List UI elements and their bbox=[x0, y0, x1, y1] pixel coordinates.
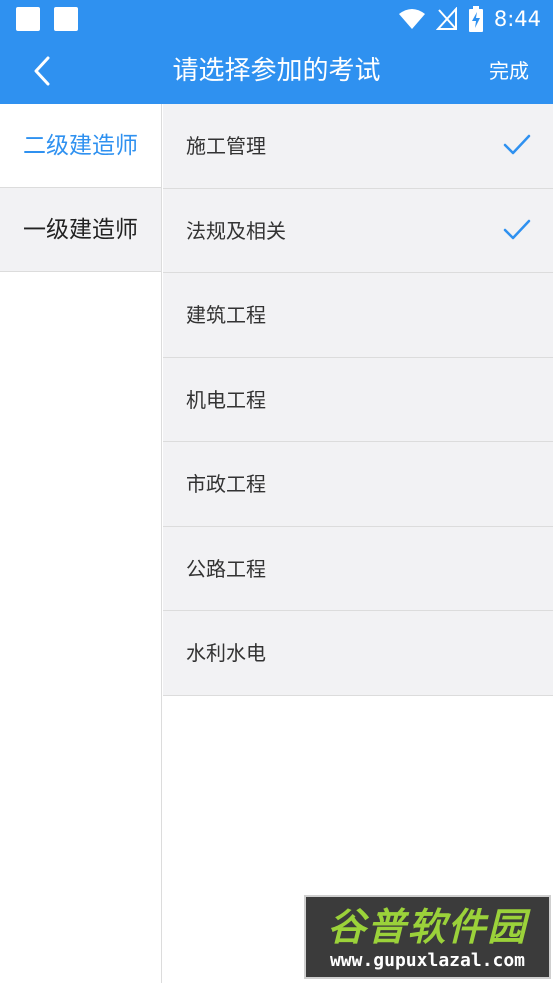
subject-item[interactable]: 水利水电 bbox=[163, 611, 553, 696]
subject-item[interactable]: 法规及相关 bbox=[163, 188, 553, 273]
subject-label: 公路工程 bbox=[186, 556, 266, 581]
page-title: 请选择参加的考试 bbox=[172, 56, 381, 86]
watermark-name: 谷普软件园 bbox=[327, 905, 528, 949]
category-list: 二级建造师 一级建造师 bbox=[0, 104, 162, 983]
notification-square-icon bbox=[54, 7, 78, 31]
watermark: 谷普软件园 www.gupuxlazal.com bbox=[304, 895, 551, 979]
app-bar: 请选择参加的考试 完成 bbox=[0, 38, 553, 104]
status-icons: 8:44 bbox=[398, 5, 541, 33]
checkmark-icon bbox=[503, 134, 531, 155]
subject-item[interactable]: 施工管理 bbox=[163, 104, 553, 189]
no-signal-icon bbox=[435, 7, 457, 30]
subject-label: 市政工程 bbox=[186, 472, 266, 496]
subject-label: 水利水电 bbox=[186, 641, 266, 665]
category-item-level2[interactable]: 二级建造师 bbox=[0, 104, 161, 188]
notification-square-icon bbox=[16, 7, 40, 31]
subject-label: 机电工程 bbox=[186, 387, 266, 412]
subject-item[interactable]: 市政工程 bbox=[163, 442, 553, 527]
chevron-left-icon bbox=[34, 56, 50, 86]
clock: 8:44 bbox=[493, 7, 541, 31]
wifi-icon bbox=[398, 9, 425, 29]
subject-item[interactable]: 机电工程 bbox=[163, 357, 553, 442]
category-item-level1[interactable]: 一级建造师 bbox=[0, 188, 161, 272]
checkmark-icon bbox=[503, 219, 531, 239]
battery-charging-icon bbox=[468, 6, 483, 32]
done-button[interactable]: 完成 bbox=[489, 38, 529, 104]
subject-item[interactable]: 建筑工程 bbox=[163, 273, 553, 358]
subject-item[interactable]: 公路工程 bbox=[163, 526, 553, 611]
back-button[interactable] bbox=[22, 51, 62, 91]
status-bar: 8:44 bbox=[0, 0, 553, 38]
subject-label: 法规及相关 bbox=[186, 218, 286, 243]
subject-label: 施工管理 bbox=[186, 134, 266, 158]
watermark-url: www.gupuxlazal.com bbox=[329, 950, 526, 971]
subject-list: 施工管理 法规及相关 建筑工程 机电工程 市政工程 公路工程 水利水电 bbox=[163, 104, 553, 983]
subject-label: 建筑工程 bbox=[186, 303, 266, 327]
